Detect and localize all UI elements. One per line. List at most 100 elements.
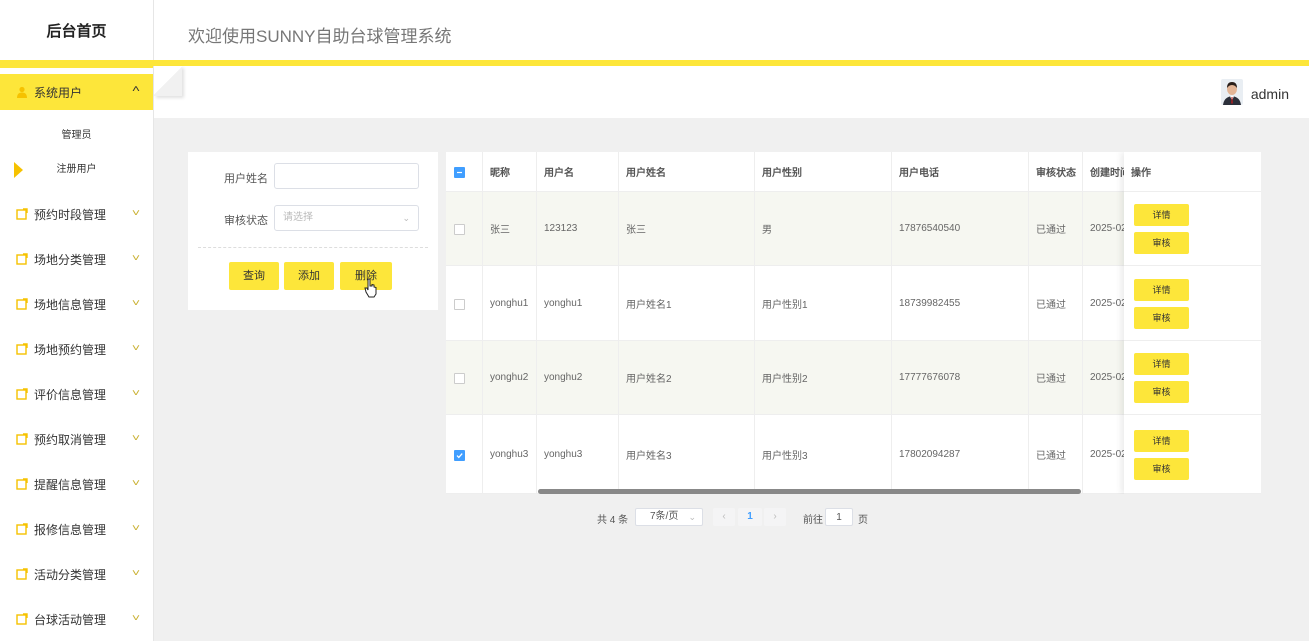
next-page-button[interactable]: › [764,508,786,526]
sidebar-item-label: 活动分类管理 [34,567,107,582]
note-icon [16,343,28,355]
note-icon [16,253,28,265]
cell-realname: 张三 [619,192,755,266]
cell-gender: 男 [755,192,892,266]
name-label: 用户姓名 [224,173,268,185]
column-header-nickname[interactable]: 昵称 [483,152,537,192]
row-checkbox[interactable] [454,450,465,461]
chevron-down-icon: ˅ [131,433,141,444]
row-checkbox[interactable] [454,373,465,384]
chevron-down-icon: ˅ [131,568,141,579]
page-unit-label: 页 [858,515,868,526]
note-icon [16,478,28,490]
chevron-down-icon: ˅ [131,613,141,624]
avatar[interactable] [1221,79,1243,105]
chevron-down-icon: ˅ [131,298,141,309]
pagination: 共 4 条 7条/页 ⌄ ‹ 1 › 前往 1 页 [0,508,1309,528]
chevron-up-icon: ˄ [131,84,141,95]
column-header-gender[interactable]: 用户性别 [755,152,892,192]
row-checkbox[interactable] [454,299,465,310]
cell-phone: 17777676078 [892,341,1029,415]
sidebar-item-label: 评价信息管理 [34,387,107,402]
sidebar-item-system-users[interactable]: 系统用户 ˄ [0,74,153,110]
detail-button[interactable]: 详情 [1134,204,1189,226]
sidebar-item-venue-info[interactable]: 场地信息管理 ˅ [0,286,153,322]
cell-nickname: yonghu2 [483,341,537,415]
goto-label: 前往 [803,515,823,526]
column-header-username[interactable]: 用户名 [537,152,619,192]
divider [198,247,428,248]
cell-status: 已通过 [1029,341,1083,415]
user-name[interactable]: admin [1251,86,1289,102]
sidebar-item-label: 场地预约管理 [34,342,107,357]
horizontal-scrollbar[interactable] [538,489,1081,494]
user-table: 张三 123123 张三男 17876540540 已通过 2025-02 yonghu1 y… [446,152,1261,494]
cell-username: 123123 [537,192,619,266]
pagination-total: 共 4 条 [597,515,629,526]
sidebar-item-label: 系统用户 [34,85,83,100]
sidebar-item-label: 预约时段管理 [34,207,107,222]
cell-username: yonghu3 [537,415,619,494]
audit-button[interactable]: 审核 [1134,458,1189,480]
column-header-phone[interactable]: 用户电话 [892,152,1029,192]
sidebar-item-activity-categories[interactable]: 活动分类管理 ˅ [0,556,153,592]
sidebar-item-label: 提醒信息管理 [34,477,107,492]
cell-realname: 用户姓名2 [619,341,755,415]
search-panel: 用户姓名 审核状态 请选择 ⌄ 查询 添加 删除 [188,152,438,310]
add-button[interactable]: 添加 [284,262,334,290]
sidebar-item-reviews[interactable]: 评价信息管理 ˅ [0,376,153,412]
note-icon [16,613,28,625]
cell-gender: 用户性别1 [755,266,892,341]
chevron-down-icon: ˅ [131,388,141,399]
sidebar-item-reminders[interactable]: 提醒信息管理 ˅ [0,466,153,502]
cell-operations: 详情 审核 [1124,415,1261,494]
select-all-checkbox[interactable] [454,167,465,178]
sidebar-item-label: 台球活动管理 [34,612,107,627]
goto-page-input[interactable]: 1 [825,508,853,526]
sidebar-toggle-icon[interactable] [154,66,182,96]
sidebar-item-billiards-activities[interactable]: 台球活动管理 ˅ [0,601,153,637]
sidebar-item-time-slots[interactable]: 预约时段管理 ˅ [0,196,153,232]
name-search-input[interactable] [274,163,419,189]
chevron-down-icon: ˅ [131,253,141,264]
sidebar-item-label: 预约取消管理 [34,432,107,447]
cell-realname: 用户姓名3 [619,415,755,494]
cell-status: 已通过 [1029,415,1083,494]
prev-page-button[interactable]: ‹ [713,508,735,526]
note-icon [16,298,28,310]
sidebar-subitem-admin[interactable]: 管理员 [0,121,153,151]
detail-button[interactable]: 详情 [1134,353,1189,375]
cell-operations: 详情 审核 [1124,266,1261,341]
note-icon [16,568,28,580]
sidebar-item-venue-categories[interactable]: 场地分类管理 ˅ [0,241,153,277]
row-checkbox[interactable] [454,224,465,235]
note-icon [16,388,28,400]
sidebar-brand-home[interactable]: 后台首页 [0,0,153,68]
audit-button[interactable]: 审核 [1134,232,1189,254]
page-size-value: 7条/页 [650,511,679,522]
column-header-status[interactable]: 审核状态 [1029,152,1083,192]
column-header-realname[interactable]: 用户姓名 [619,152,755,192]
note-icon [16,208,28,220]
note-icon [16,433,28,445]
sidebar-subitem-registered-users[interactable]: 注册用户 [0,155,153,185]
audit-button[interactable]: 审核 [1134,381,1189,403]
status-placeholder: 请选择 [283,212,313,223]
site-title: 欢迎使用SUNNY自助台球管理系统 [188,27,452,46]
detail-button[interactable]: 详情 [1134,279,1189,301]
status-select[interactable]: 请选择 ⌄ [274,205,419,231]
current-page[interactable]: 1 [738,508,762,526]
cell-nickname: 张三 [483,192,537,266]
query-button[interactable]: 查询 [229,262,279,290]
cell-gender: 用户性别3 [755,415,892,494]
top-header: 欢迎使用SUNNY自助台球管理系统 [154,0,1309,60]
cell-status: 已通过 [1029,192,1083,266]
operations-column: 操作 详情 审核 详情 审核 详情 审核 详情 审核 [1124,152,1261,494]
sidebar-item-booking-cancel[interactable]: 预约取消管理 ˅ [0,421,153,457]
chevron-down-icon: ˅ [131,343,141,354]
hand-cursor-icon [364,278,377,298]
page-size-select[interactable]: 7条/页 ⌄ [635,508,703,526]
audit-button[interactable]: 审核 [1134,307,1189,329]
detail-button[interactable]: 详情 [1134,430,1189,452]
sidebar-item-venue-booking[interactable]: 场地预约管理 ˅ [0,331,153,367]
